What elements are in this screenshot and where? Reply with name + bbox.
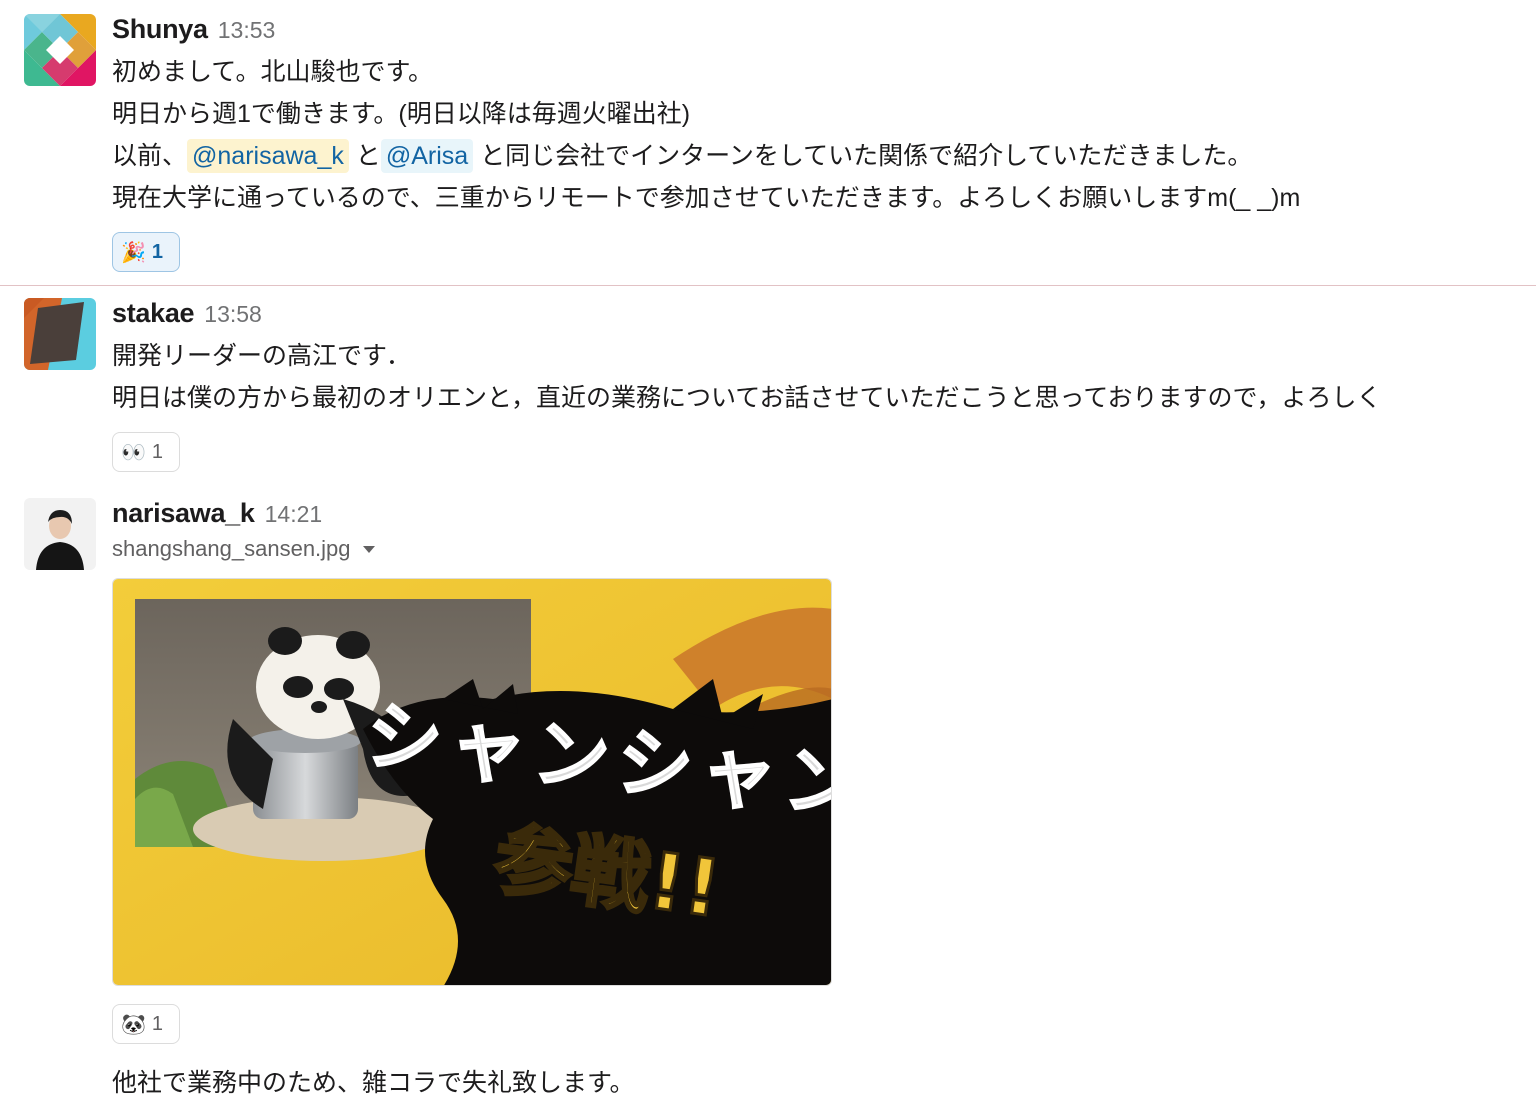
- stakae-avatar-icon: [24, 298, 96, 370]
- message-text-line: 現在大学に通っているので、三重からリモートで参加させていただきます。よろしくお願…: [112, 184, 1301, 212]
- message-header: stakae 13:58: [112, 298, 262, 332]
- message-text-line: 開発リーダーの高江です．: [112, 342, 412, 370]
- mention-arisa[interactable]: @Arisa: [380, 139, 474, 173]
- eyes-icon: 👀: [121, 441, 146, 464]
- timestamp[interactable]: 13:58: [204, 301, 262, 328]
- reaction-count: 1: [151, 240, 164, 263]
- message-text-line: 明日から週1で働きます。(明日以降は毎週火曜出社): [112, 100, 691, 128]
- slack-default-avatar-icon: [24, 14, 96, 86]
- new-messages-divider: [0, 285, 1536, 286]
- reaction-count: 1: [151, 440, 164, 463]
- text-segment: と: [348, 142, 381, 170]
- username[interactable]: Shunya: [112, 14, 208, 45]
- chevron-down-icon[interactable]: [362, 545, 375, 553]
- mention-narisawa-k[interactable]: @narisawa_k: [187, 139, 349, 173]
- message-text-line: 初めまして。北山駿也です。: [112, 58, 434, 86]
- text-segment: と同じ会社でインターンをしていた関係で紹介していただきました。: [473, 142, 1253, 170]
- message-header: narisawa_k 14:21: [112, 498, 322, 532]
- message-header: Shunya 13:53: [112, 14, 275, 48]
- image-canvas: シャンシャン 参戦!!: [113, 579, 831, 985]
- tada-icon: 🎉: [121, 241, 146, 264]
- file-name-link[interactable]: shangshang_sansen.jpg: [112, 536, 375, 562]
- username[interactable]: stakae: [112, 298, 195, 329]
- message-text-line: 以前、 @narisawa_k と @Arisa と同じ会社でインターンをしていた関…: [112, 139, 1252, 173]
- timestamp[interactable]: 13:53: [218, 17, 276, 44]
- panda-icon: 🐼: [121, 1013, 146, 1036]
- file-name: shangshang_sansen.jpg: [112, 536, 351, 561]
- person-photo-icon: [24, 498, 96, 570]
- avatar-stakae[interactable]: [24, 298, 96, 370]
- text-segment: 以前、: [112, 142, 188, 170]
- avatar-narisawa-k[interactable]: [24, 498, 96, 570]
- reaction-tada[interactable]: 🎉 1: [112, 232, 180, 272]
- timestamp[interactable]: 14:21: [265, 501, 323, 528]
- attached-image[interactable]: シャンシャン 参戦!!: [112, 578, 832, 986]
- username[interactable]: narisawa_k: [112, 498, 255, 529]
- message-text-line: 他社で業務中のため、雑コラで失礼致します。: [112, 1069, 635, 1097]
- reaction-panda[interactable]: 🐼 1: [112, 1004, 180, 1044]
- reaction-count: 1: [151, 1012, 164, 1035]
- message-text-line: 明日は僕の方から最初のオリエンと，直近の業務についてお話させていただこうと思って…: [112, 384, 1382, 412]
- avatar-shunya[interactable]: [24, 14, 96, 86]
- reaction-eyes[interactable]: 👀 1: [112, 432, 180, 472]
